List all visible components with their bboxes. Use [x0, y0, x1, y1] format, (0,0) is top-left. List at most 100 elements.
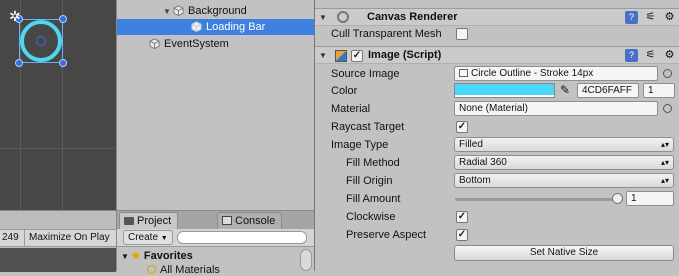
gameobject-icon [191, 21, 202, 32]
eyedropper-icon[interactable]: ✎ [560, 83, 570, 97]
canvas-renderer-icon [337, 11, 349, 23]
object-picker-icon[interactable] [663, 69, 672, 78]
preset-sliders-icon[interactable]: ⚟ [644, 11, 657, 24]
image-type-value: Filled [459, 139, 483, 150]
cull-transparent-mesh-row: Cull Transparent Mesh [315, 25, 679, 43]
source-image-value: Circle Outline - Stroke 14px [471, 68, 594, 79]
color-swatch[interactable] [454, 83, 555, 98]
create-button[interactable]: Create ▼ [123, 230, 173, 245]
fill-method-row: Fill Method Radial 360 ▴▾ [315, 154, 679, 172]
hierarchy-item-loading-bar[interactable]: Loading Bar [117, 19, 315, 35]
gameobject-icon [173, 5, 184, 16]
star-icon: ★ [130, 250, 141, 262]
clockwise-row: Clockwise ✓ [315, 208, 679, 226]
gear-icon[interactable]: ⚙ [663, 11, 676, 24]
fill-amount-slider-handle[interactable] [612, 193, 623, 204]
gear-icon[interactable]: ⚙ [663, 49, 676, 62]
preset-sliders-icon[interactable]: ⚟ [644, 49, 657, 62]
raycast-target-row: Raycast Target ✓ [315, 118, 679, 136]
fill-amount-field[interactable]: 1 [626, 191, 674, 206]
help-book-icon[interactable]: ? [625, 11, 638, 24]
color-alpha-field[interactable]: 1 [643, 83, 675, 98]
inspector-panel: ▼ Canvas Renderer ? ⚟ ⚙ Cull Transparent M… [314, 0, 679, 271]
image-script-header[interactable]: ▼ ✓ Image (Script) ? ⚟ ⚙ [315, 46, 679, 64]
project-scrollbar[interactable] [300, 249, 312, 271]
set-native-size-button[interactable]: Set Native Size [454, 245, 674, 261]
raycast-target-checkbox[interactable]: ✓ [456, 121, 468, 133]
object-picker-icon[interactable] [663, 104, 672, 113]
source-image-label: Source Image [331, 68, 400, 80]
help-book-icon[interactable]: ? [625, 49, 638, 62]
preserve-aspect-label: Preserve Aspect [346, 229, 427, 241]
canvas-renderer-title: Canvas Renderer [367, 11, 458, 23]
project-search-input[interactable] [177, 231, 307, 244]
fill-amount-label: Fill Amount [346, 193, 401, 205]
hierarchy-item-background[interactable]: ▼ Background [163, 3, 247, 19]
tab-console[interactable]: Console [217, 212, 283, 229]
fill-origin-row: Fill Origin Bottom ▴▾ [315, 172, 679, 190]
fill-origin-dropdown[interactable]: Bottom ▴▾ [454, 173, 674, 188]
game-view-canvas [0, 248, 116, 272]
fold-arrow-icon[interactable]: ▼ [163, 4, 173, 20]
material-label: Material [331, 103, 371, 115]
material-field[interactable]: None (Material) [454, 101, 658, 116]
cull-transparent-mesh-checkbox[interactable] [456, 28, 468, 40]
create-label: Create [128, 232, 159, 243]
maximize-on-play-button[interactable]: Maximize On Play [24, 230, 114, 246]
clockwise-checkbox[interactable]: ✓ [456, 211, 468, 223]
material-row: Material None (Material) [315, 100, 679, 118]
pivot-center-icon[interactable] [36, 36, 46, 46]
image-type-dropdown[interactable]: Filled ▴▾ [454, 137, 674, 152]
image-enabled-checkbox[interactable]: ✓ [351, 50, 363, 62]
game-view: 249 Maximize On Play [0, 210, 116, 272]
favorites-item-all-materials[interactable]: All Materials [147, 264, 220, 276]
rect-handle-bottom-right[interactable] [59, 59, 67, 67]
console-icon [222, 216, 232, 225]
image-type-label: Image Type [331, 139, 389, 151]
tab-label: Project [137, 215, 172, 227]
rect-handle-bottom-left[interactable] [15, 59, 23, 67]
fill-method-label: Fill Method [346, 157, 400, 169]
source-image-field[interactable]: Circle Outline - Stroke 14px [454, 66, 658, 81]
fold-arrow-icon[interactable]: ▼ [319, 13, 327, 22]
raycast-target-label: Raycast Target [331, 121, 405, 133]
rect-handle-top-right[interactable] [59, 15, 67, 23]
preserve-aspect-checkbox[interactable]: ✓ [456, 229, 468, 241]
color-hex-field[interactable]: 4CD6FAFF [577, 83, 639, 98]
hierarchy-panel: ▼ Background Loading Bar EventSystem [116, 0, 315, 210]
folder-icon [124, 217, 134, 225]
tab-project[interactable]: Project [119, 212, 179, 229]
hierarchy-item-label: Background [188, 5, 247, 17]
chevron-down-icon: ▼ [160, 235, 168, 242]
dropdown-arrows-icon: ▴▾ [660, 176, 669, 185]
hierarchy-item-eventsystem[interactable]: EventSystem [149, 36, 229, 52]
search-icon [147, 265, 156, 274]
project-toolbar: Create ▼ [117, 229, 315, 247]
project-panel: Project Console Create ▼ ▼ ★ Favorites Al… [116, 210, 315, 276]
image-component-icon [335, 50, 347, 62]
dropdown-arrows-icon: ▴▾ [660, 158, 669, 167]
source-image-row: Source Image Circle Outline - Stroke 14p… [315, 65, 679, 83]
fill-amount-slider-track[interactable] [455, 198, 619, 201]
gameobject-icon [149, 38, 160, 49]
fill-method-value: Radial 360 [459, 157, 507, 168]
fill-method-dropdown[interactable]: Radial 360 ▴▾ [454, 155, 674, 170]
scene-view[interactable]: ✲ [0, 0, 116, 210]
favorites-label: Favorites [143, 250, 193, 262]
canvas-renderer-header[interactable]: ▼ Canvas Renderer ? ⚟ ⚙ [315, 8, 679, 26]
project-tabs: Project Console [117, 211, 315, 229]
tab-label: Console [235, 215, 276, 227]
fold-arrow-icon[interactable]: ▼ [121, 252, 129, 261]
favorites-header[interactable]: ▼ ★ Favorites [121, 249, 193, 262]
game-view-toolbar: 249 Maximize On Play [0, 229, 116, 247]
anchor-icon[interactable]: ✲ [9, 9, 21, 23]
hierarchy-item-label: Loading Bar [206, 21, 266, 33]
cull-transparent-mesh-label: Cull Transparent Mesh [331, 28, 442, 40]
grid-line [0, 148, 116, 149]
sprite-icon [459, 69, 468, 77]
fold-arrow-icon[interactable]: ▼ [319, 51, 327, 60]
color-row: Color ✎ 4CD6FAFF 1 [315, 82, 679, 100]
fill-origin-label: Fill Origin [346, 175, 393, 187]
color-label: Color [331, 85, 358, 97]
hierarchy-item-label: EventSystem [164, 38, 229, 50]
